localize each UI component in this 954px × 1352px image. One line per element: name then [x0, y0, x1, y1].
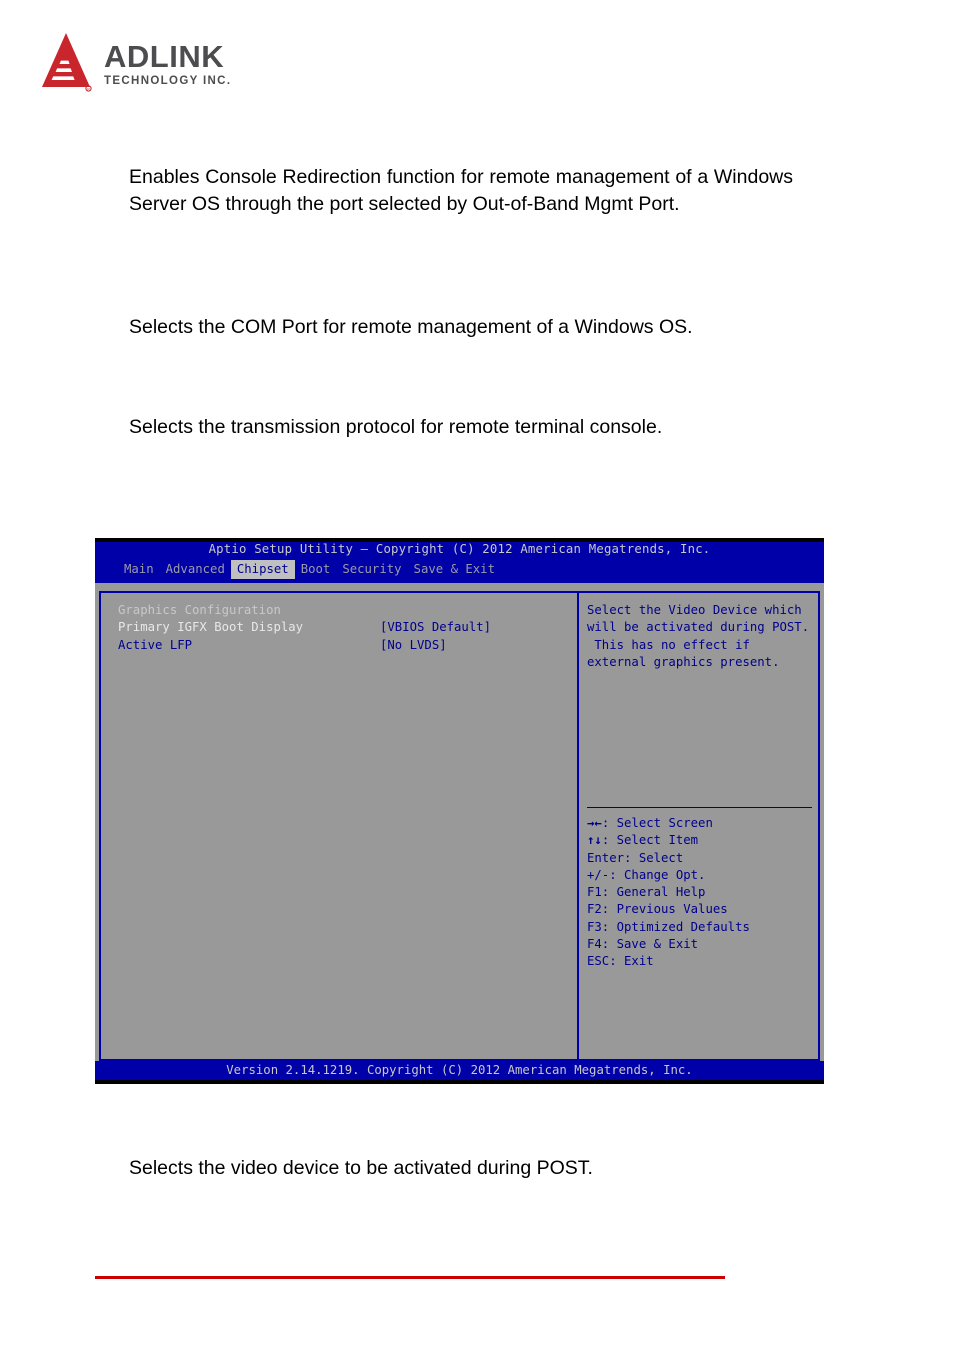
description-paragraph-3: Selects the transmission protocol for re…: [129, 416, 663, 438]
keyboard-shortcut-item: F3: Optimized Defaults: [587, 919, 750, 934]
bios-option-value[interactable]: [No LVDS]: [380, 637, 447, 654]
keyboard-shortcut-item: →←: Select Screen: [587, 815, 750, 832]
bios-setup-screenshot: Aptio Setup Utility – Copyright (C) 2012…: [95, 538, 824, 1084]
help-text-block: Select the Video Device which will be act…: [587, 602, 818, 671]
description-paragraph-2: Selects the COM Port for remote manageme…: [129, 316, 693, 338]
bios-panel-frame: Graphics Configuration Primary IGFX Boot…: [99, 591, 820, 1061]
shortcut-arrow-icon: ↑↓: [587, 833, 602, 848]
description-paragraph-4: Selects the video device to be activated…: [129, 1157, 593, 1179]
keyboard-shortcut-item: F1: General Help: [587, 885, 706, 900]
bios-version-footer: Version 2.14.1219. Copyright (C) 2012 Am…: [95, 1061, 824, 1080]
bios-option-label: Active LFP: [118, 637, 193, 652]
footer-divider-rule: [95, 1276, 725, 1279]
bios-option-row[interactable]: Primary IGFX Boot Display [VBIOS Default]: [118, 619, 577, 636]
shortcut-arrow-icon: →←: [587, 816, 602, 830]
bios-menu-bar: Main Advanced Chipset Boot Security Save…: [95, 559, 824, 580]
keyboard-shortcut-item: ↑↓: Select Item: [587, 832, 750, 849]
keyboard-shortcuts-list: →←: Select Screen ↑↓: Select Item Enter: S…: [587, 815, 750, 971]
adlink-triangle-logo-icon: R: [38, 31, 94, 93]
description-paragraph-1: Enables Console Redirection function for…: [129, 166, 793, 215]
bios-option-row[interactable]: Active LFP [No LVDS]: [118, 637, 577, 654]
help-text-line: This has no effect if: [587, 637, 750, 652]
help-divider: [587, 807, 812, 808]
bios-title-text: Aptio Setup Utility – Copyright (C) 2012…: [208, 542, 711, 556]
bios-menu-tab-main[interactable]: Main: [118, 560, 160, 579]
shortcut-label: : Select Item: [601, 833, 699, 848]
svg-text:R: R: [87, 87, 90, 91]
help-text-line: will be activated during POST.: [587, 620, 810, 635]
section-heading: Graphics Configuration: [118, 603, 281, 617]
bios-menu-tab-save-exit[interactable]: Save & Exit: [408, 560, 501, 579]
help-text-line: Select the Video Device which: [587, 603, 802, 617]
keyboard-shortcut-item: F2: Previous Values: [587, 902, 728, 917]
section-heading-row: Graphics Configuration: [118, 602, 577, 619]
bios-menu-tab-security[interactable]: Security: [336, 560, 407, 579]
help-text-line: external graphics present.: [587, 654, 780, 669]
shortcut-label: : Select Screen: [601, 816, 713, 830]
keyboard-shortcut-item: F4: Save & Exit: [587, 937, 699, 952]
bios-option-label: Primary IGFX Boot Display: [118, 620, 304, 635]
keyboard-shortcut-item: ESC: Exit: [587, 954, 654, 969]
bios-option-value[interactable]: [VBIOS Default]: [380, 619, 491, 636]
bios-content-area: Graphics Configuration Primary IGFX Boot…: [95, 583, 824, 1061]
keyboard-shortcut-item: Enter: Select: [587, 850, 684, 865]
logo-name: ADLINK: [104, 38, 225, 74]
logo-tagline: TECHNOLOGY INC.: [104, 74, 232, 87]
keyboard-shortcut-item: +/-: Change Opt.: [587, 867, 706, 882]
bios-menu-tab-advanced[interactable]: Advanced: [160, 560, 231, 579]
page-header: R ADLINK TECHNOLOGY INC.: [38, 28, 298, 96]
bios-settings-pane: Graphics Configuration Primary IGFX Boot…: [101, 593, 579, 1059]
bios-menu-tab-boot[interactable]: Boot: [295, 560, 337, 579]
bios-menu-tab-chipset[interactable]: Chipset: [230, 559, 295, 580]
logo-wordmark: ADLINK TECHNOLOGY INC.: [104, 37, 231, 88]
bios-help-pane: Select the Video Device which will be act…: [579, 593, 818, 1059]
